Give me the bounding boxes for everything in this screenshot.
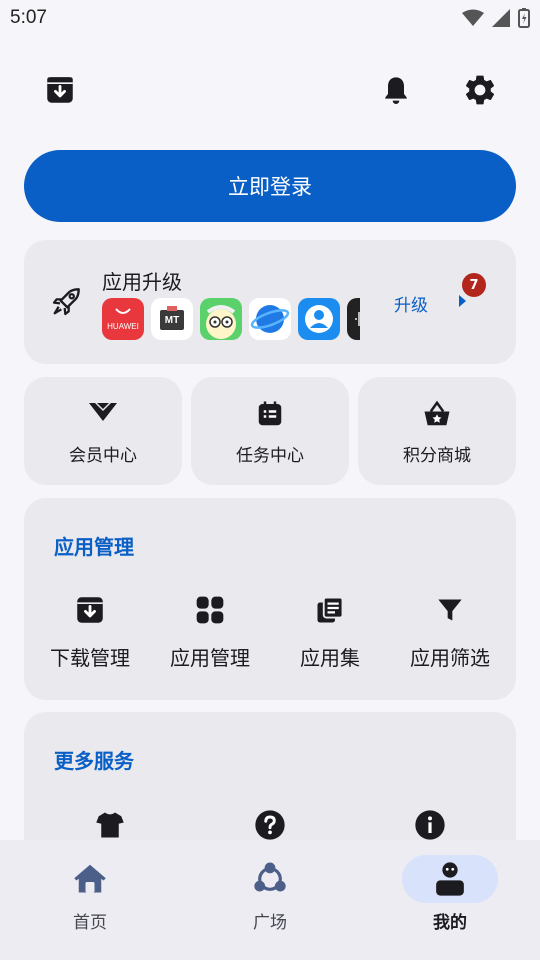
audio-app-icon — [347, 298, 360, 340]
community-icon — [254, 862, 286, 892]
shirt-icon — [96, 812, 124, 838]
download-box-icon — [77, 597, 103, 623]
browser-globe-icon — [249, 298, 291, 340]
bell-icon — [385, 77, 407, 104]
account-app-icon — [298, 298, 340, 340]
vip-center-card[interactable]: 会员中心 — [24, 377, 182, 485]
upgrade-action-label[interactable]: 升级 — [394, 291, 428, 316]
upgrade-title: 应用升级 — [102, 270, 182, 294]
info-icon — [415, 810, 445, 840]
about-item[interactable] — [370, 805, 490, 845]
signal-icon — [492, 9, 510, 27]
home-icon — [74, 864, 106, 893]
app-upgrade-card[interactable]: 应用升级 HUAWEI MT 升级 7 — [24, 240, 516, 364]
rocket-icon — [52, 288, 80, 316]
more-services-title: 更多服务 — [54, 749, 134, 773]
download-management-item[interactable]: 下载管理 — [30, 590, 150, 671]
vip-diamond-icon — [89, 403, 117, 421]
vip-center-label: 会员中心 — [69, 446, 137, 466]
task-center-card[interactable]: 任务中心 — [191, 377, 349, 485]
wifi-icon — [462, 9, 484, 26]
apps-grid-icon — [196, 596, 224, 624]
app-management-title: 应用管理 — [54, 535, 134, 559]
upgrade-app-icons: HUAWEI MT — [102, 298, 360, 342]
help-item[interactable] — [210, 805, 330, 845]
nav-plaza[interactable]: 广场 — [180, 840, 360, 960]
download-manager-button[interactable] — [40, 70, 80, 110]
nav-home[interactable]: 首页 — [0, 840, 180, 960]
profile-icon — [436, 862, 464, 896]
filter-icon — [438, 599, 462, 621]
settings-button[interactable] — [460, 70, 500, 110]
mt-icon-label: MT — [164, 315, 180, 326]
status-icons — [462, 8, 530, 28]
huawei-icon-label: HUAWEI — [107, 322, 139, 331]
cartoon-app-icon — [200, 298, 242, 340]
app-filter-label: 应用筛选 — [410, 646, 490, 670]
login-button[interactable]: 立即登录 — [24, 150, 516, 222]
nav-plaza-label: 广场 — [253, 913, 287, 933]
app-management-item[interactable]: 应用管理 — [150, 590, 270, 671]
collection-icon — [317, 596, 344, 623]
status-time: 5:07 — [10, 7, 47, 28]
app-collection-label: 应用集 — [300, 646, 360, 670]
download-box-icon — [47, 77, 73, 103]
nav-mine[interactable]: 我的 — [360, 840, 540, 960]
gear-icon — [465, 75, 495, 105]
app-collection-item[interactable]: 应用集 — [270, 590, 390, 671]
caret-right-icon — [459, 295, 466, 307]
download-management-label: 下载管理 — [50, 646, 130, 670]
app-management-section: 应用管理 下载管理 应用管理 应用集 应用筛选 — [24, 498, 516, 700]
bottom-navigation: 首页 广场 我的 — [0, 840, 540, 960]
help-icon — [255, 810, 285, 840]
task-center-label: 任务中心 — [236, 446, 304, 466]
points-mall-label: 积分商城 — [403, 446, 471, 466]
status-bar: 5:07 — [0, 0, 540, 36]
shopping-basket-icon — [424, 400, 450, 426]
theme-item[interactable] — [50, 805, 170, 845]
task-list-icon — [258, 401, 282, 426]
upgrade-count-badge: 7 — [462, 273, 486, 297]
notifications-button[interactable] — [376, 70, 416, 110]
battery-icon — [518, 8, 530, 28]
points-mall-card[interactable]: 积分商城 — [358, 377, 516, 485]
nav-home-label: 首页 — [73, 913, 107, 933]
app-management-label: 应用管理 — [170, 646, 250, 670]
app-filter-item[interactable]: 应用筛选 — [390, 590, 510, 671]
nav-mine-label: 我的 — [433, 913, 467, 933]
mt-manager-icon: MT — [151, 298, 193, 340]
huawei-appgallery-icon: HUAWEI — [102, 298, 144, 340]
